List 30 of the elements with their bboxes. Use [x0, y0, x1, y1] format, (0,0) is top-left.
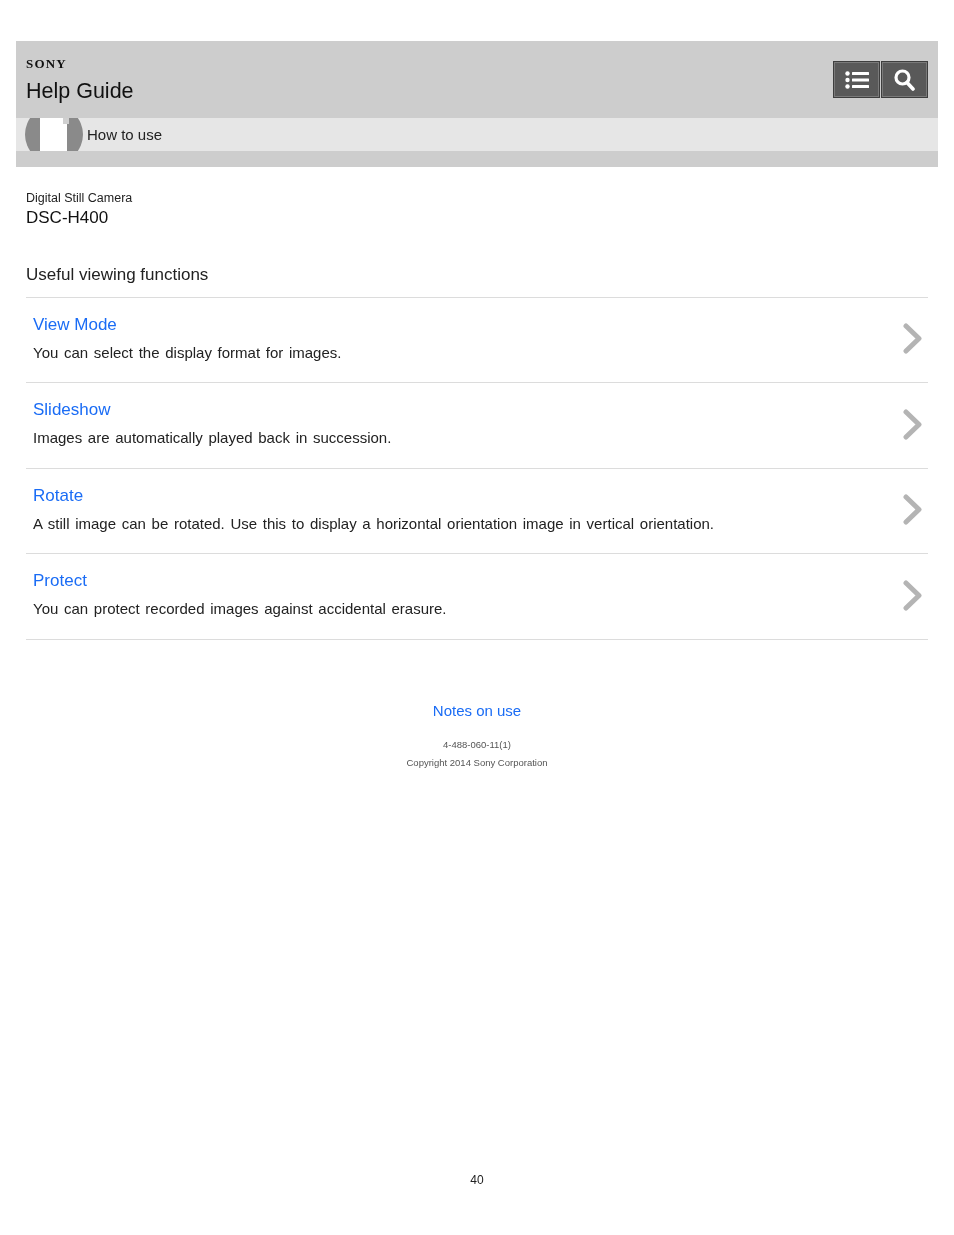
- topic-row[interactable]: Protect You can protect recorded images against accidental erasure.: [26, 554, 928, 640]
- product-model: DSC-H400: [26, 208, 109, 226]
- topic-link[interactable]: View Mode: [33, 315, 117, 333]
- topic-row[interactable]: View Mode You can select the display format for images.: [26, 297, 928, 383]
- product-category: Digital Still Camera: [26, 192, 133, 205]
- section-heading: Useful viewing functions: [26, 265, 209, 283]
- chevron-right-icon: [903, 494, 922, 526]
- document-code: 4-488-060-11(1): [443, 739, 511, 749]
- search-icon: [894, 68, 915, 91]
- chevron-right-icon: [903, 579, 922, 611]
- topic-row[interactable]: Rotate A still image can be rotated. Use this to display a horizontal orientation image in vertical orientation.: [26, 468, 928, 554]
- topic-description: A still image can be rotated. Use this to display a horizontal orientation image in vertical orientation.: [33, 515, 715, 531]
- chevron-right-icon: [903, 408, 922, 440]
- search-button[interactable]: [881, 61, 928, 98]
- chevron-right-icon: [903, 323, 922, 355]
- topic-description: Images are automatically played back in succession.: [33, 430, 392, 445]
- breadcrumb-link[interactable]: How to use: [87, 127, 163, 142]
- brand-logo[interactable]: SONY: [26, 57, 67, 70]
- page-number: 40: [470, 1173, 484, 1187]
- contents-menu-button[interactable]: [833, 61, 880, 98]
- topic-description: You can protect recorded images against accidental erasure.: [33, 601, 447, 616]
- list-icon: [844, 70, 869, 89]
- topic-link[interactable]: Slideshow: [33, 401, 111, 418]
- guide-title: Help Guide: [26, 81, 134, 103]
- topic-link[interactable]: Protect: [33, 572, 87, 589]
- topic-row[interactable]: Slideshow Images are automatically played back in succession.: [26, 383, 928, 469]
- topic-link[interactable]: Rotate: [33, 486, 84, 504]
- topic-description: You can select the display format for images.: [33, 344, 342, 360]
- copyright-text: Copyright 2014 Sony Corporation: [406, 758, 548, 768]
- notes-link[interactable]: Notes on use: [432, 702, 522, 718]
